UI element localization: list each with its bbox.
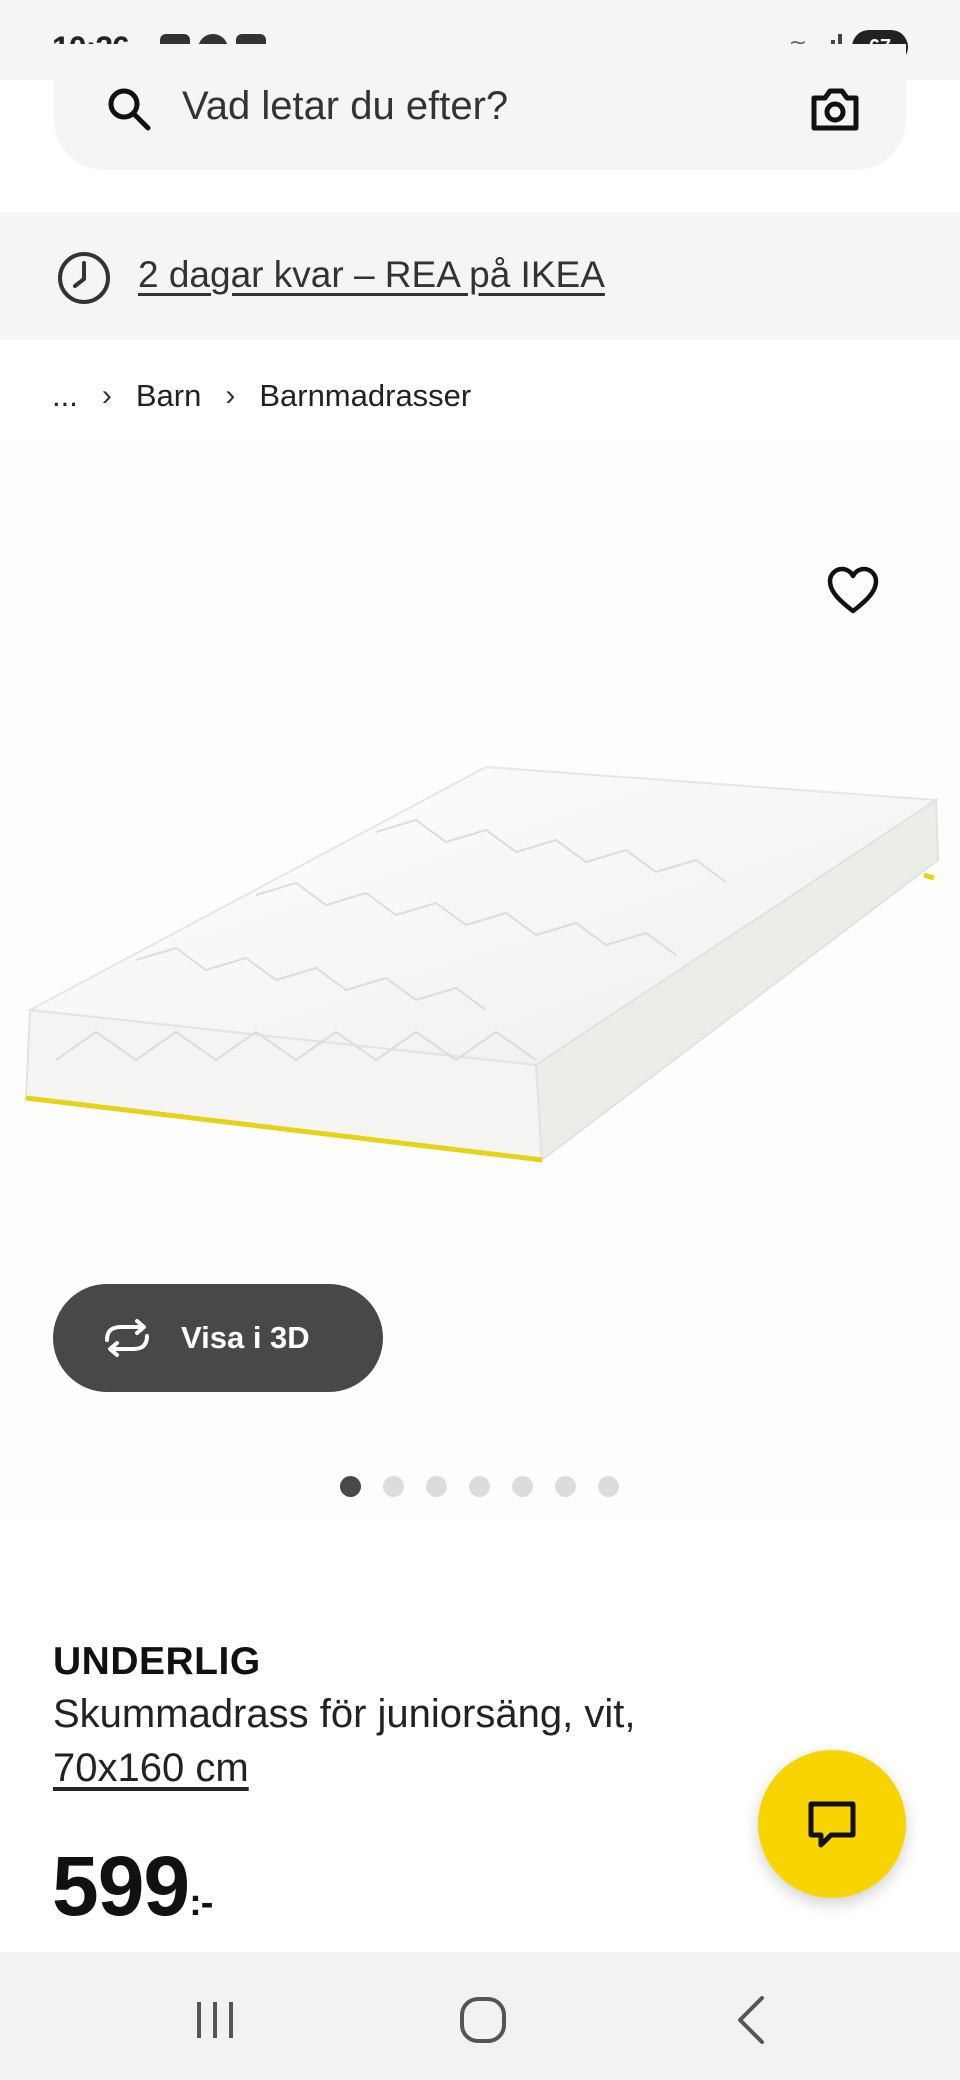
search-icon (108, 88, 151, 131)
home-icon[interactable] (453, 1990, 513, 2050)
pagination-dot[interactable] (555, 1476, 576, 1497)
pagination-dot[interactable] (512, 1476, 533, 1497)
view-3d-label: Visa i 3D (181, 1320, 310, 1355)
price-value: 599 (52, 1839, 190, 1933)
back-icon[interactable] (722, 1990, 782, 2050)
gallery-pagination (340, 1476, 619, 1497)
price-suffix: :- (189, 1882, 213, 1924)
chat-icon (808, 1801, 856, 1848)
breadcrumb-ellipsis[interactable]: ... (52, 378, 78, 414)
pagination-dot[interactable] (340, 1476, 361, 1497)
heart-icon[interactable] (826, 566, 880, 616)
chat-button[interactable] (758, 1750, 906, 1898)
product-brand: UNDERLIG (53, 1640, 261, 1683)
search-input[interactable]: Vad letar du efter? (182, 84, 508, 129)
breadcrumb-item-barnmadrasser[interactable]: Barnmadrasser (259, 378, 471, 414)
product-description: Skummadrass för juniorsäng, vit, (53, 1692, 636, 1736)
view-3d-button[interactable]: Visa i 3D (53, 1284, 383, 1392)
product-price: 599:- (52, 1838, 213, 1935)
pagination-dot[interactable] (383, 1476, 404, 1497)
rotate-3d-icon (105, 1319, 149, 1357)
pagination-dot[interactable] (598, 1476, 619, 1497)
pagination-dot[interactable] (426, 1476, 447, 1497)
search-bar[interactable]: Vad letar du efter? (54, 44, 906, 170)
product-size-link[interactable]: 70x160 cm (53, 1746, 249, 1791)
system-nav-bar (0, 1952, 960, 2080)
clock-icon (58, 252, 110, 304)
chevron-right-icon: › (101, 379, 112, 412)
pagination-dot[interactable] (469, 1476, 490, 1497)
chevron-right-icon: › (225, 379, 236, 412)
breadcrumb: ... › Barn › Barnmadrasser (52, 378, 471, 414)
promo-banner[interactable]: 2 dagar kvar – REA på IKEA (0, 212, 960, 340)
camera-icon[interactable] (808, 82, 862, 136)
breadcrumb-item-barn[interactable]: Barn (136, 378, 201, 414)
recent-apps-icon[interactable] (185, 1990, 245, 2050)
promo-link[interactable]: 2 dagar kvar – REA på IKEA (138, 254, 605, 296)
product-image (24, 765, 940, 1163)
